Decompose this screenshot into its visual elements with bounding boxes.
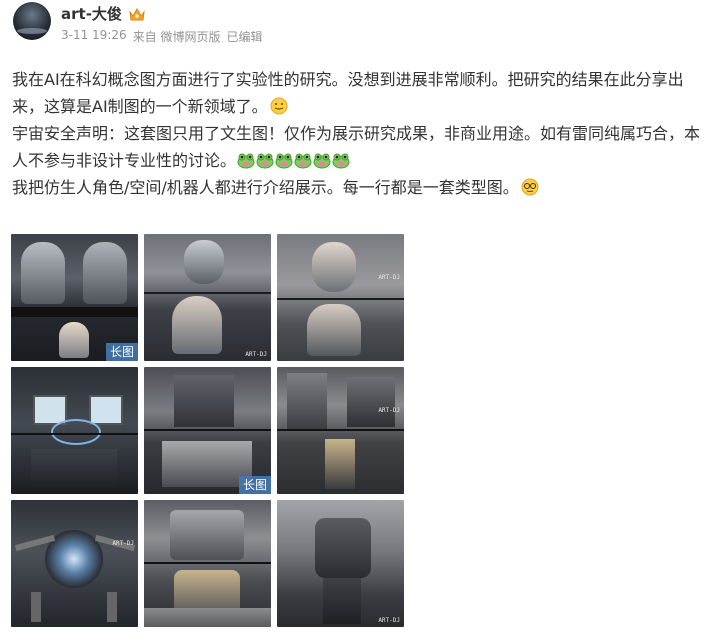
image-tile-2[interactable]: ART-DJ xyxy=(144,234,271,361)
long-image-badge: 长图 xyxy=(105,343,138,361)
frog-emoji-icon xyxy=(256,153,274,169)
smile-emoji-icon xyxy=(270,97,288,115)
watermark-text: ART-DJ xyxy=(378,617,400,624)
frog-emoji-group xyxy=(236,151,350,170)
image-grid: 长图 ART-DJ ART-DJ 长图 ART-DJ ART-DJ ART-DJ xyxy=(11,234,404,627)
post-paragraph-3: 我把仿生人角色/空间/机器人都进行介绍展示。每一行都是一套类型图。 xyxy=(12,174,712,201)
image-tile-4[interactable] xyxy=(11,367,138,494)
frog-emoji-icon xyxy=(294,153,312,169)
post-meta: 3-11 19:26 来自 微博网页版 已编辑 xyxy=(61,28,262,45)
watermark-text: ART-DJ xyxy=(245,351,267,358)
image-tile-8[interactable] xyxy=(144,500,271,627)
edited-label[interactable]: 已编辑 xyxy=(226,28,262,45)
post-header: art-大俊 xyxy=(61,3,146,24)
user-avatar[interactable] xyxy=(13,2,51,40)
image-tile-6[interactable]: ART-DJ xyxy=(277,367,404,494)
post-content: 我在AI在科幻概念图方面进行了实验性的研究。没想到进展非常顺利。把研究的结果在此… xyxy=(12,66,712,201)
watermark-text: ART-DJ xyxy=(378,274,400,281)
image-tile-7[interactable]: ART-DJ xyxy=(11,500,138,627)
frog-emoji-icon xyxy=(275,153,293,169)
post-source[interactable]: 来自 微博网页版 xyxy=(133,28,221,45)
paragraph-text: 宇宙安全声明：这套图只用了文生图！仅作为展示研究成果，非商业用途。如有雷同纯属巧… xyxy=(12,124,701,170)
frog-emoji-icon xyxy=(313,153,331,169)
paragraph-text: 我在AI在科幻概念图方面进行了实验性的研究。没想到进展非常顺利。把研究的结果在此… xyxy=(12,70,684,116)
username[interactable]: art-大俊 xyxy=(61,3,122,24)
watermark-text: ART-DJ xyxy=(378,407,400,414)
image-tile-3[interactable]: ART-DJ xyxy=(277,234,404,361)
frog-emoji-icon xyxy=(237,153,255,169)
paragraph-text: 我把仿生人角色/空间/机器人都进行介绍展示。每一行都是一套类型图。 xyxy=(12,178,519,197)
post-paragraph-1: 我在AI在科幻概念图方面进行了实验性的研究。没想到进展非常顺利。把研究的结果在此… xyxy=(12,66,712,120)
post-paragraph-2: 宇宙安全声明：这套图只用了文生图！仅作为展示研究成果，非商业用途。如有雷同纯属巧… xyxy=(12,120,712,174)
vip-crown-icon xyxy=(129,7,145,20)
nerd-emoji-icon xyxy=(521,178,539,196)
image-tile-5[interactable]: 长图 xyxy=(144,367,271,494)
long-image-badge: 长图 xyxy=(238,476,271,494)
image-tile-9[interactable]: ART-DJ xyxy=(277,500,404,627)
post-date[interactable]: 3-11 19:26 xyxy=(61,28,127,45)
frog-emoji-icon xyxy=(332,153,350,169)
watermark-text: ART-DJ xyxy=(112,540,134,547)
image-tile-1[interactable]: 长图 xyxy=(11,234,138,361)
